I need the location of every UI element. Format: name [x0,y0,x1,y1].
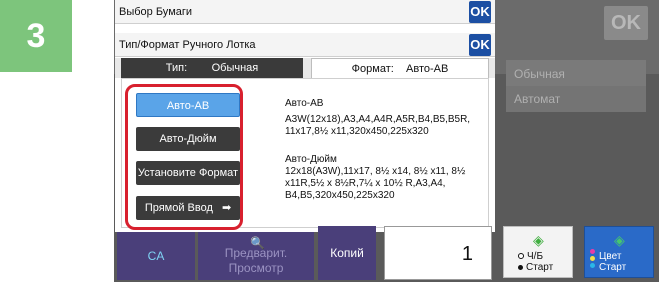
set-format-button[interactable]: Установите Формат [136,161,240,185]
copies-label: Копий [318,226,376,280]
auto-inch-sizes: 12x18(A3W),11x17, 8½ x14, 8½ x11, 8½ x11… [285,166,466,201]
color-label: Цвет [599,251,622,262]
background-ok-button: OK [604,6,648,40]
preview-icon: 🔍 [250,236,265,250]
color-start-text: Цвет Старт [599,251,626,273]
copies-count-field[interactable]: 1 [384,226,492,280]
tab-format-value: Авто-AB [406,63,449,75]
auto-ab-title: Авто-AB [285,98,324,109]
bypass-tray-ok-button[interactable]: OK [469,34,491,56]
direct-entry-label: Прямой Ввод [144,202,213,214]
bypass-tray-dialog: Выбор Бумаги OK Тип/Формат Ручного Лотка… [115,0,495,232]
start-diamond-icon: ◈ [614,232,625,248]
auto-ab-button[interactable]: Авто-AB [136,93,240,117]
color-start-button[interactable]: ◈ Цвет Старт [584,226,654,278]
color-start-label: Старт [599,262,627,273]
color-dots-icon [590,249,596,270]
tab-type-value: Обычная [211,62,259,74]
paper-select-label: Выбор Бумаги [119,6,193,18]
background-paper-type-text: Обычная [506,60,646,88]
auto-ab-label: Авто-AB [166,100,210,112]
tab-format-label: Формат: [351,63,394,75]
bw-dot-filled-icon [518,265,523,270]
tab-paper-type[interactable]: Тип: Обычная [121,58,303,78]
set-format-label: Установите Формат [137,167,239,179]
tab-bar: Тип: Обычная Формат: Авто-AB [115,58,495,78]
bw-start-text: Ч/Б Старт [518,251,553,273]
tab-paper-format[interactable]: Формат: Авто-AB [311,58,489,78]
paper-select-row: Выбор Бумаги [115,0,495,24]
auto-inch-title: Авто-Дюйм [285,154,337,165]
bw-label: Ч/Б [527,251,544,262]
tab-type-label: Тип: [165,62,188,74]
bypass-tray-row: Тип/Формат Ручного Лотка [115,33,495,57]
paper-select-ok-button[interactable]: OK [469,1,491,23]
device-control-panel: OK Обычная Автомат Выбор Бумаги OK Тип/Ф… [114,0,659,282]
direct-entry-button[interactable]: Прямой Ввод ➡ [136,196,240,220]
auto-ab-sizes: A3W(12x18),A3,A4,A4R,A5R,B4,B5,B5R, 11x1… [285,114,471,137]
preview-button[interactable]: 🔍 Предварит. Просмотр [198,232,314,280]
bypass-tray-label: Тип/Формат Ручного Лотка [119,39,256,51]
arrow-right-icon: ➡ [221,202,232,214]
bw-start-button[interactable]: ◈ Ч/Б Старт [503,226,573,278]
background-auto-text: Автомат [506,86,646,112]
bw-start-label: Старт [526,262,554,273]
clear-all-button[interactable]: CA [117,232,195,280]
auto-inch-label: Авто-Дюйм [159,133,217,145]
start-diamond-icon: ◈ [533,232,544,248]
bw-dot-icon [518,253,524,259]
step-number-badge: 3 [0,0,72,72]
auto-inch-button[interactable]: Авто-Дюйм [136,127,240,151]
